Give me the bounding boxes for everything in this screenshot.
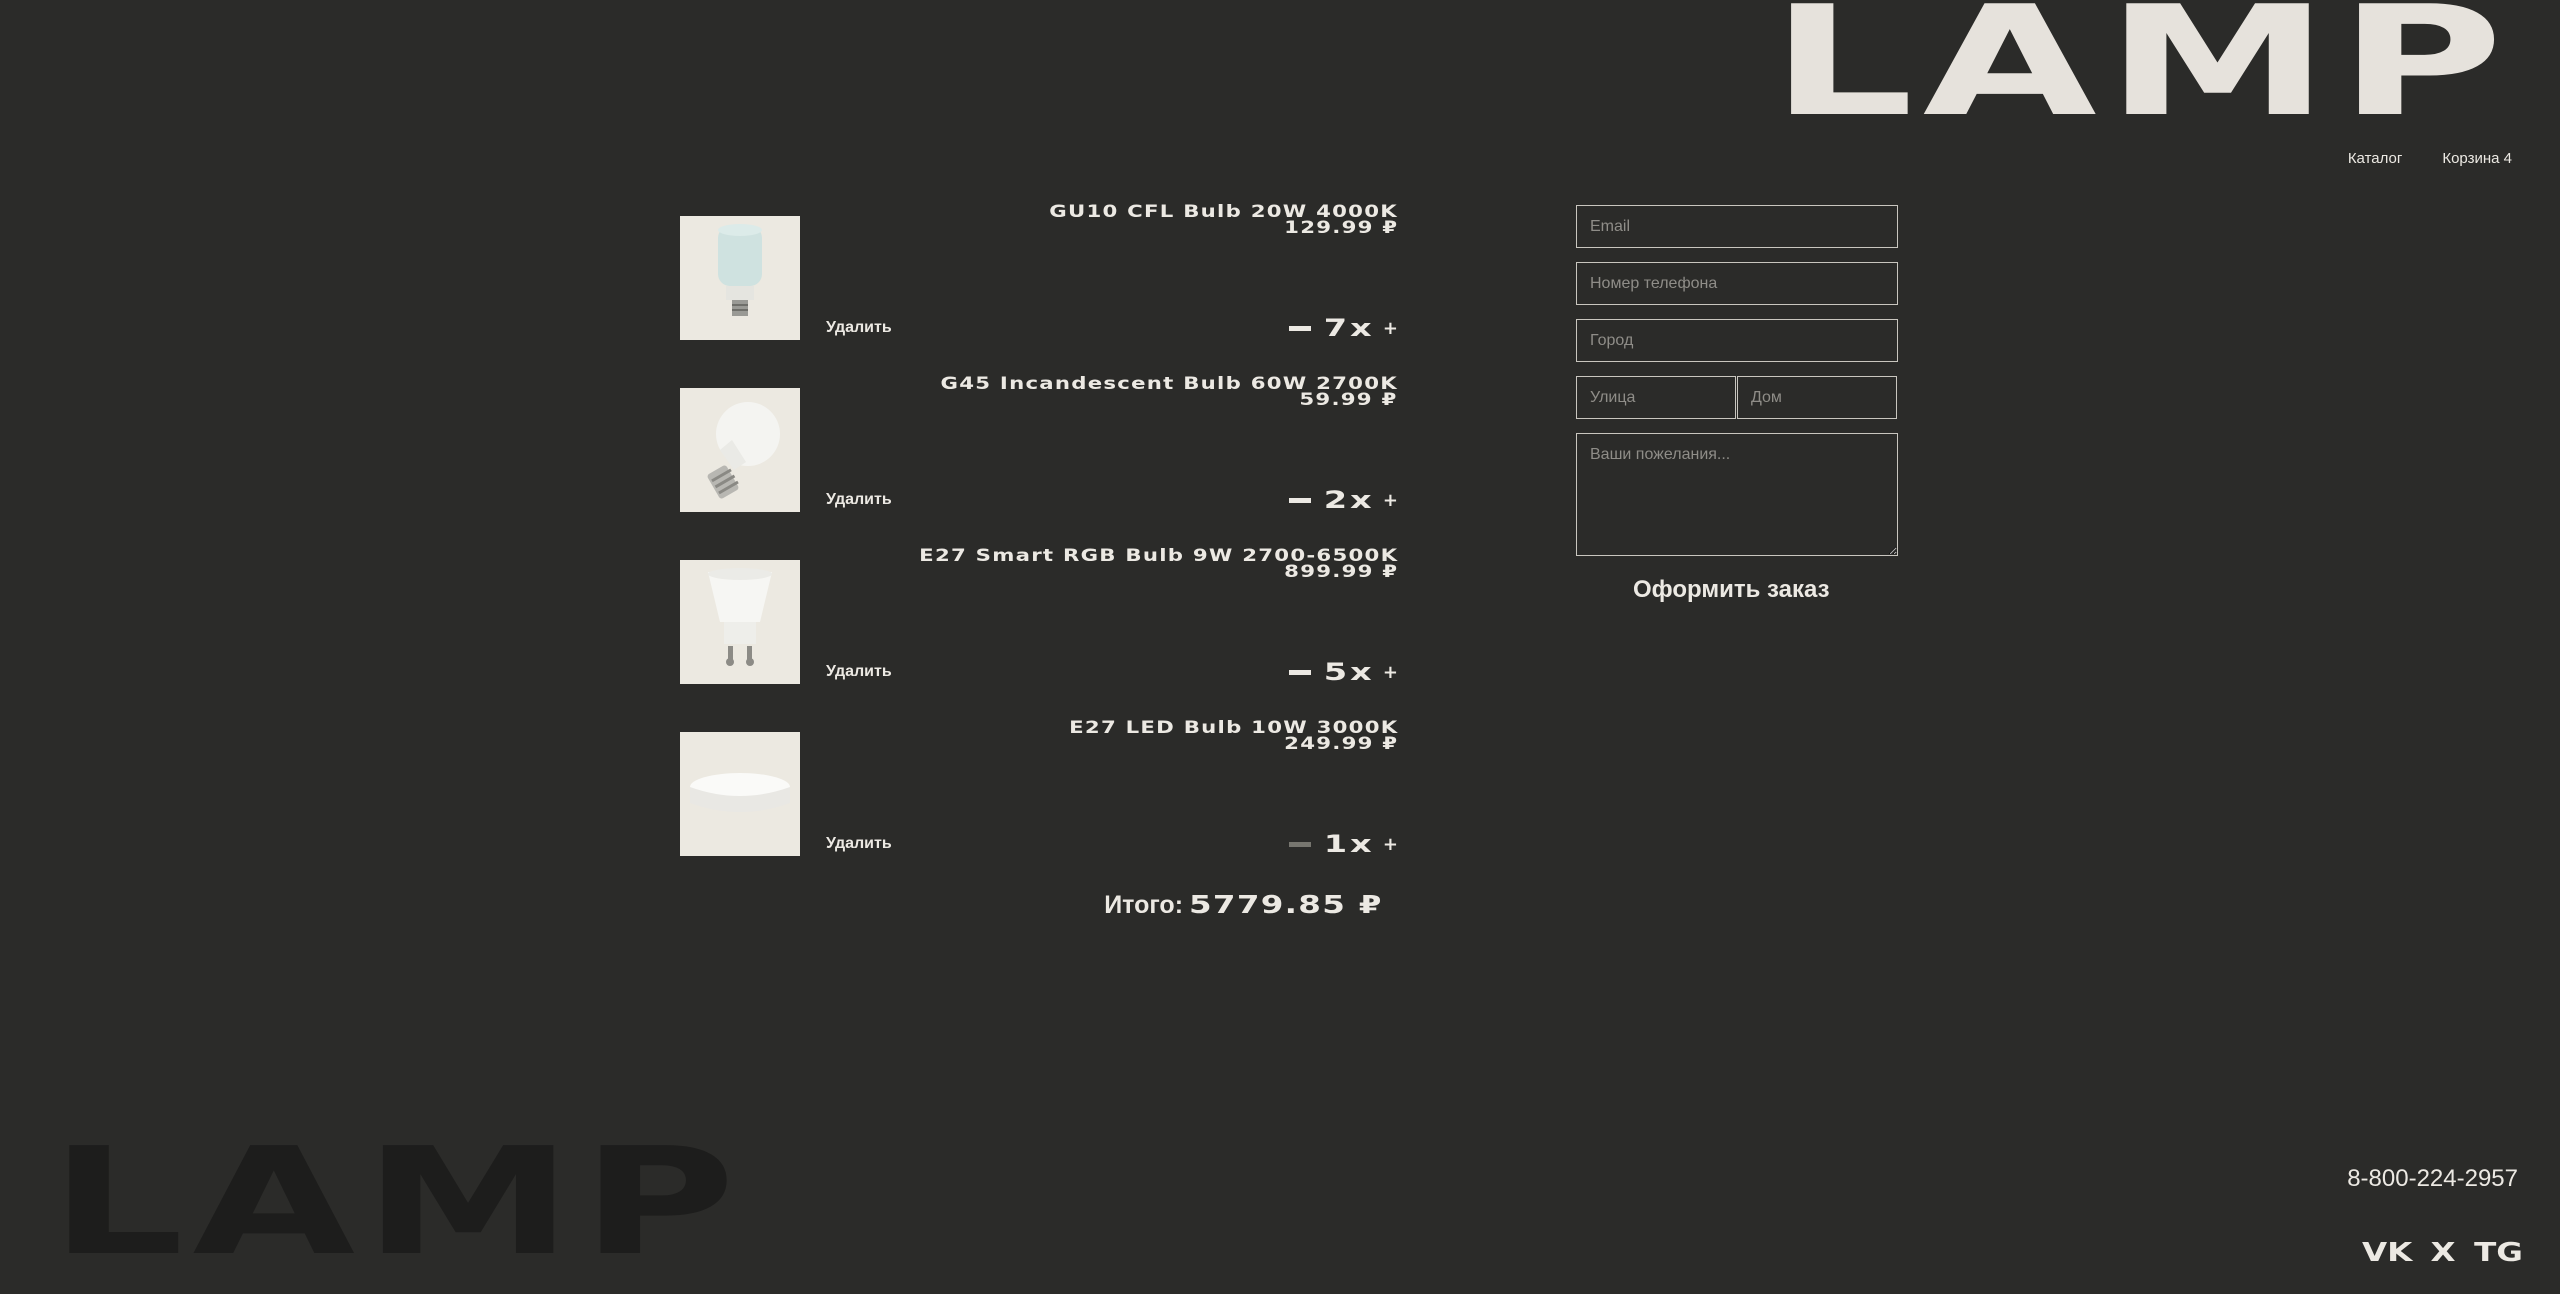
city-field[interactable]	[1576, 319, 1898, 362]
cart-item: E27 Smart RGB Bulb 9W 2700-6500K 899.99 …	[680, 548, 1398, 686]
quantity-value: 5x	[1323, 658, 1375, 686]
social-link-tg[interactable]: TG	[2474, 1238, 2523, 1268]
product-image[interactable]	[680, 216, 800, 340]
house-field[interactable]	[1737, 376, 1897, 419]
email-field[interactable]	[1576, 205, 1898, 248]
social-link-vk[interactable]: VK	[2362, 1238, 2412, 1268]
quantity-stepper: 7x +	[1288, 314, 1398, 342]
cart-item: E27 LED Bulb 10W 3000K 249.99 ₽ Удалить …	[680, 720, 1398, 858]
product-image[interactable]	[680, 560, 800, 684]
increment-button[interactable]: +	[1383, 662, 1398, 683]
top-nav: Каталог Корзина 4	[2348, 150, 2512, 167]
decrement-button[interactable]	[1288, 841, 1311, 847]
social-links: VK X TG	[2362, 1238, 2523, 1268]
social-link-x[interactable]: X	[2430, 1238, 2455, 1268]
cart-item: G45 Incandescent Bulb 60W 2700K 59.99 ₽ …	[680, 376, 1398, 514]
cart-total: Итого: 5779.85 ₽	[1104, 890, 1398, 920]
header-logo[interactable]: LAMP	[1770, 0, 2512, 138]
increment-button[interactable]: +	[1383, 318, 1398, 339]
phone-field[interactable]	[1576, 262, 1898, 305]
decrement-button[interactable]	[1288, 497, 1311, 503]
quantity-stepper: 5x +	[1288, 658, 1398, 686]
address-row	[1576, 376, 1898, 433]
product-price: 249.99 ₽	[1283, 734, 1398, 754]
increment-button[interactable]: +	[1383, 834, 1398, 855]
product-image[interactable]	[680, 388, 800, 512]
increment-button[interactable]: +	[1383, 490, 1398, 511]
footer-logo: LAMP	[50, 1116, 744, 1288]
comment-field[interactable]	[1576, 433, 1898, 556]
cart-list: GU10 CFL Bulb 20W 4000K 129.99 ₽ Удалить…	[680, 204, 1398, 919]
total-value: 5779.85 ₽	[1189, 890, 1383, 919]
total-label: Итого:	[1104, 891, 1184, 919]
cart-item: GU10 CFL Bulb 20W 4000K 129.99 ₽ Удалить…	[680, 204, 1398, 342]
quantity-stepper: 1x +	[1288, 830, 1398, 858]
nav-cart[interactable]: Корзина 4	[2442, 150, 2512, 167]
nav-catalog[interactable]: Каталог	[2348, 150, 2403, 167]
checkout-form: Оформить заказ	[1576, 205, 1898, 604]
quantity-value: 7x	[1323, 314, 1375, 342]
quantity-value: 2x	[1323, 486, 1375, 514]
remove-button[interactable]: Удалить	[826, 663, 892, 681]
quantity-value: 1x	[1323, 830, 1375, 858]
product-price: 129.99 ₽	[1283, 218, 1398, 238]
remove-button[interactable]: Удалить	[826, 319, 892, 337]
submit-order-button[interactable]: Оформить заказ	[1633, 576, 1830, 604]
decrement-button[interactable]	[1288, 325, 1311, 331]
product-image[interactable]	[680, 732, 800, 856]
footer-phone[interactable]: 8-800-224-2957	[2347, 1165, 2518, 1193]
street-field[interactable]	[1576, 376, 1736, 419]
decrement-button[interactable]	[1288, 669, 1311, 675]
product-price: 59.99 ₽	[1299, 390, 1398, 410]
quantity-stepper: 2x +	[1288, 486, 1398, 514]
remove-button[interactable]: Удалить	[826, 835, 892, 853]
product-price: 899.99 ₽	[1283, 562, 1398, 582]
remove-button[interactable]: Удалить	[826, 491, 892, 509]
